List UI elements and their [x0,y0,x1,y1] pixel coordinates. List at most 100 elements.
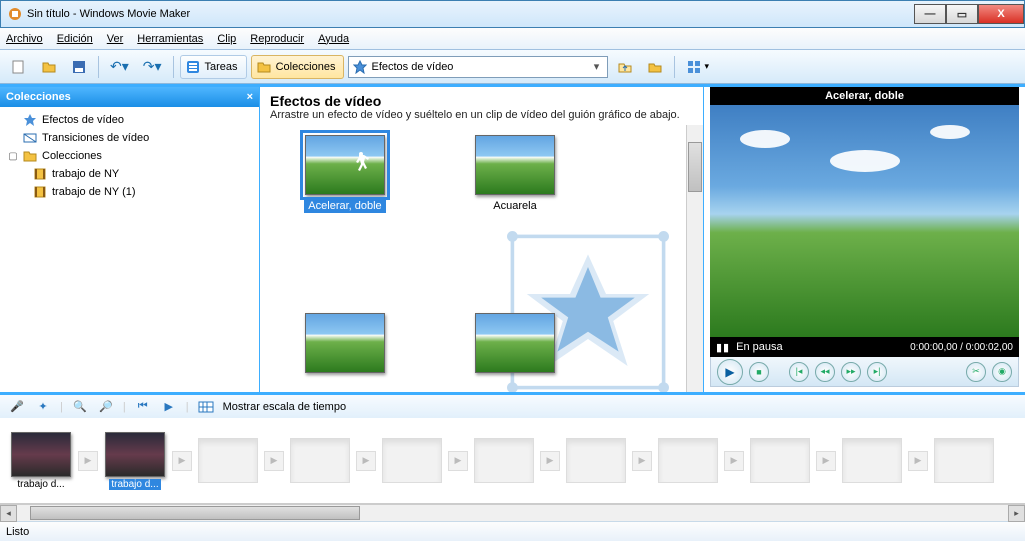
redo-button[interactable]: ↷▾ [138,55,167,79]
zoom-in-icon[interactable]: 🔍 [71,398,89,416]
tree-item-video-transitions[interactable]: Transiciones de vídeo [4,129,255,147]
tree-item-collections[interactable]: ▢ Colecciones [4,147,255,165]
audio-levels-icon[interactable]: ✦ [34,398,52,416]
tree-item-trabajo-ny-1[interactable]: trabajo de NY (1) [4,183,255,201]
prev-clip-button[interactable]: |◂ [789,362,809,382]
storyboard-clip[interactable]: trabajo d... [10,432,72,490]
timeline-toggle-label[interactable]: Mostrar escala de tiempo [223,401,347,413]
scrollbar-thumb[interactable] [688,142,702,192]
effect-label [341,377,349,379]
collections-pane: Colecciones × Efectos de vídeo Transicio… [0,87,260,392]
collections-label: Colecciones [276,61,336,73]
storyboard: trabajo d... ▶ trabajo d... ▶ ▶ ▶ ▶ ▶ ▶ … [0,418,1025,504]
collections-title: Colecciones [6,91,71,103]
window-title: Sin título - Windows Movie Maker [27,8,190,20]
preview-frame [710,105,1019,337]
empty-slot[interactable] [750,438,810,483]
play-button[interactable]: ▶ [717,359,743,385]
tree-item-video-effects[interactable]: Efectos de vídeo [4,111,255,129]
empty-slot[interactable] [474,438,534,483]
tree-label: Transiciones de vídeo [42,132,149,144]
transition-slot[interactable]: ▶ [632,451,652,471]
horizontal-scrollbar[interactable]: ◂ ▸ [0,504,1025,521]
tree-item-trabajo-ny[interactable]: trabajo de NY [4,165,255,183]
content-header: Efectos de vídeo Arrastre un efecto de v… [260,87,703,125]
menu-clip[interactable]: Clip [217,33,236,45]
separator [173,56,174,78]
collections-tree: Efectos de vídeo Transiciones de vídeo ▢… [0,107,259,392]
collections-button[interactable]: Colecciones [251,55,345,79]
next-clip-button[interactable]: ▸| [867,362,887,382]
location-combo[interactable]: Efectos de vídeo ▾ [348,56,608,78]
transition-slot[interactable]: ▶ [724,451,744,471]
empty-slot[interactable] [566,438,626,483]
empty-slot[interactable] [842,438,902,483]
stop-button[interactable]: ■ [749,362,769,382]
menu-ver[interactable]: Ver [107,33,124,45]
effect-label: Acuarela [489,199,540,213]
next-frame-button[interactable]: ▸▸ [841,362,861,382]
preview-monitor [710,105,1019,337]
transition-slot[interactable]: ▶ [816,451,836,471]
effect-item[interactable] [470,313,560,379]
new-button[interactable] [6,55,32,79]
view-button[interactable]: ▾ [681,55,714,79]
scroll-right-icon[interactable]: ▸ [1008,505,1025,522]
empty-slot[interactable] [934,438,994,483]
main-area: Colecciones × Efectos de vídeo Transicio… [0,84,1025,392]
empty-slot[interactable] [658,438,718,483]
preview-title: Acelerar, doble [710,87,1019,105]
minimize-button[interactable]: — [914,4,946,24]
narrate-icon[interactable]: 🎤 [8,398,26,416]
preview-pane: Acelerar, doble ▮▮ En pausa 0:00:00,00 /… [704,87,1025,392]
transition-slot[interactable]: ▶ [540,451,560,471]
transition-slot[interactable]: ▶ [908,451,928,471]
vertical-scrollbar[interactable] [686,125,703,392]
split-button[interactable]: ✂ [966,362,986,382]
up-folder-button[interactable] [612,55,638,79]
close-button[interactable]: X [978,4,1024,24]
transition-slot[interactable]: ▶ [264,451,284,471]
empty-slot[interactable] [382,438,442,483]
toolbar: ↶▾ ↷▾ Tareas Colecciones Efectos de víde… [0,50,1025,84]
zoom-out-icon[interactable]: 🔎 [97,398,115,416]
tree-label: Colecciones [42,150,102,162]
prev-frame-button[interactable]: ◂◂ [815,362,835,382]
transition-slot[interactable]: ▶ [78,451,98,471]
separator [98,56,99,78]
star-icon [22,112,38,128]
storyboard-clip[interactable]: trabajo d... [104,432,166,490]
content-hint: Arrastre un efecto de vídeo y suéltelo e… [270,109,693,121]
empty-slot[interactable] [198,438,258,483]
preview-time: 0:00:00,00 / 0:00:02,00 [910,342,1013,353]
preview-status-bar: ▮▮ En pausa 0:00:00,00 / 0:00:02,00 [710,337,1019,357]
empty-slot[interactable] [290,438,350,483]
scroll-left-icon[interactable]: ◂ [0,505,17,522]
timeline-toggle-icon[interactable] [197,398,215,416]
rewind-icon[interactable]: ⏮ [134,398,152,416]
menu-archivo[interactable]: Archivo [6,33,43,45]
new-folder-button[interactable] [642,55,668,79]
menu-ayuda[interactable]: Ayuda [318,33,349,45]
snapshot-button[interactable]: ◉ [992,362,1012,382]
open-button[interactable] [36,55,62,79]
effect-item[interactable]: Acuarela [470,135,560,213]
tasks-button[interactable]: Tareas [180,55,247,79]
menu-reproducir[interactable]: Reproducir [250,33,304,45]
scrollbar-thumb[interactable] [30,506,360,520]
effect-item[interactable]: Acelerar, doble [300,135,390,213]
close-pane-icon[interactable]: × [247,91,253,103]
effect-thumb [475,313,555,373]
transition-slot[interactable]: ▶ [172,451,192,471]
pause-icon: ▮▮ [716,341,730,354]
undo-button[interactable]: ↶▾ [105,55,134,79]
transition-slot[interactable]: ▶ [448,451,468,471]
collapse-icon[interactable]: ▢ [8,151,18,162]
play-timeline-icon[interactable]: ▶ [160,398,178,416]
transition-slot[interactable]: ▶ [356,451,376,471]
menu-edicion[interactable]: Edición [57,33,93,45]
save-button[interactable] [66,55,92,79]
menu-herramientas[interactable]: Herramientas [137,33,203,45]
maximize-button[interactable]: ▭ [946,4,978,24]
effect-item[interactable] [300,313,390,379]
